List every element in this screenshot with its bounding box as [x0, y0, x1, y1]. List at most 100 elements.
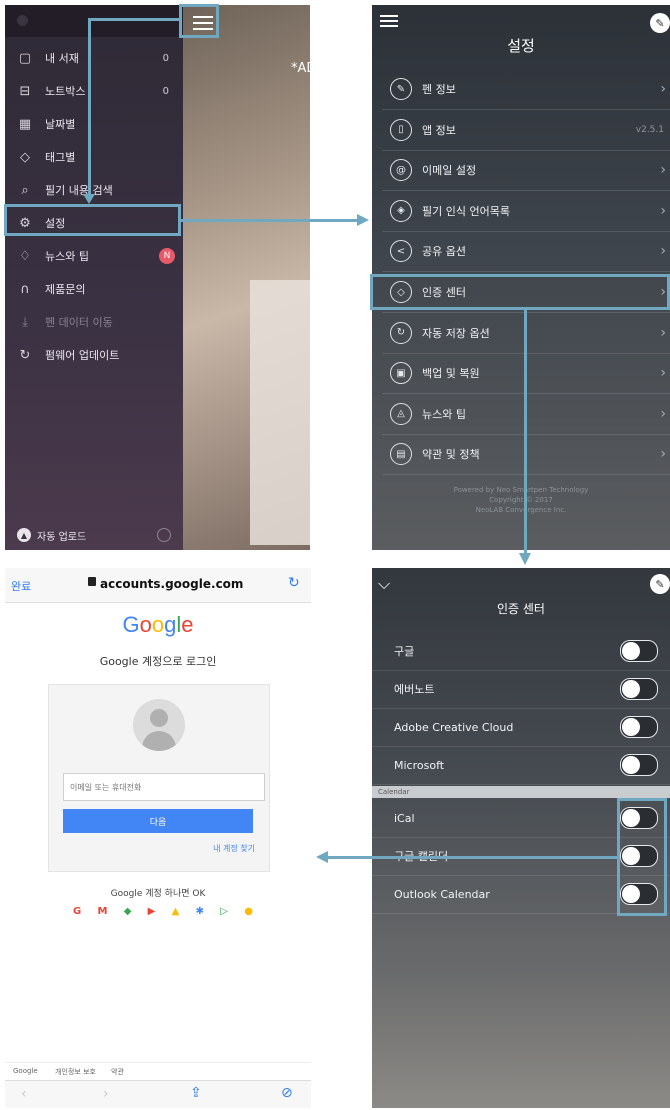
highlight-auth-center-item	[370, 274, 670, 310]
gmail-icon: M	[97, 906, 108, 917]
auth-row-label: 에버노트	[394, 683, 435, 696]
page-title: 설정	[507, 37, 535, 55]
book-icon: ▢	[18, 50, 32, 66]
chevron-right-icon: ›	[660, 243, 666, 260]
sidebar-item-label: 제품문의	[45, 283, 86, 296]
email-field[interactable]	[63, 773, 265, 801]
share-icon[interactable]: ⇪	[190, 1085, 202, 1101]
sidebar-item-label: 펌웨어 업데이트	[45, 349, 120, 362]
settings-item-5[interactable]: < 공유 옵션 ›	[382, 231, 670, 273]
settings-item-3[interactable]: @ 이메일 설정 ›	[382, 150, 670, 192]
auth-row-label: Microsoft	[394, 758, 445, 772]
arrow-line	[328, 856, 617, 859]
pen-connect-icon[interactable]: ✎	[650, 574, 670, 594]
settings-item-label: 공유 옵션	[422, 245, 466, 259]
settings-item-1[interactable]: ✎ 펜 정보 ›	[382, 69, 670, 110]
sidebar-item-label: 내 서재	[45, 52, 79, 65]
side-menu: ▢ 내 서재 0 ⊟ 노트박스 0 ▦ 날짜별 ◇ 태그별 ⌕ 필기 내용 검색 ⚙ 설정 ♢ 뉴스와 팁 N ∩…	[5, 5, 183, 550]
bell-icon: ◬	[390, 402, 412, 425]
done-button[interactable]: 완료	[11, 578, 31, 594]
chevron-down-icon[interactable]: ⌵	[378, 574, 390, 594]
highlight-calendar-toggles	[617, 798, 667, 916]
backup-icon: ▣	[390, 362, 412, 385]
sidebar-item-2[interactable]: ⊟ 노트박스 0	[5, 76, 183, 106]
item-count: 0	[162, 52, 169, 64]
arrow-head-icon	[519, 553, 531, 565]
terms-icon: ▤	[390, 443, 412, 466]
chrome-icon: ●	[244, 906, 253, 917]
sidebar-item-8[interactable]: ∩ 제품문의	[5, 274, 183, 304]
sidebar-item-1[interactable]: ▢ 내 서재 0	[5, 43, 183, 73]
sidebar-item-label: 필기 내용 검색	[45, 184, 113, 197]
toggle-knob	[622, 642, 640, 660]
chevron-right-icon: ›	[660, 162, 666, 179]
calendar-section-header: Calendar	[372, 786, 670, 798]
pen-connect-icon[interactable]: ✎	[650, 13, 670, 33]
avatar	[133, 699, 185, 751]
footer-privacy-link[interactable]: 개인정보 보호	[55, 1067, 96, 1077]
arrow-line	[88, 18, 181, 21]
cloud-icon: ▲	[17, 528, 31, 542]
refresh-icon: ↻	[19, 347, 31, 363]
side-menu-screen: *AD ▢내 서재0⊟노트박스0▦날짜별◇태그별⌕필기 내용 검색⚙설정♢뉴스와…	[5, 5, 310, 550]
sidebar-item-9[interactable]: ⤓ 펜 데이터 이동	[5, 307, 183, 337]
arrow-line	[88, 18, 91, 198]
footer-line: Powered by Neo Smartpen Technology	[453, 486, 589, 494]
back-icon[interactable]: ‹	[21, 1086, 27, 1102]
google-login-screen: 완료 accounts.google.com ↻ Google Google 계…	[5, 568, 311, 1108]
settings-item-label: 앱 정보	[422, 123, 456, 137]
toggle-switch[interactable]	[620, 640, 658, 662]
toggle-knob	[622, 718, 640, 736]
menu-topbar	[5, 5, 183, 37]
settings-item-4[interactable]: ◈ 필기 인식 언어목록 ›	[382, 191, 670, 232]
auth-row-accounts-4: Microsoft	[372, 746, 670, 785]
settings-item-2[interactable]: ▯ 앱 정보 v2.5.1	[382, 110, 670, 151]
background-card	[250, 280, 310, 545]
browser-topbar: 완료 accounts.google.com ↻	[5, 568, 311, 603]
handwriting-icon: ◈	[390, 199, 412, 222]
play-icon: ▷	[220, 906, 228, 917]
compass-icon[interactable]: ⊘	[281, 1085, 293, 1101]
toggle-knob	[622, 680, 640, 698]
forward-icon[interactable]: ›	[103, 1086, 109, 1102]
url-bar[interactable]: accounts.google.com	[100, 577, 243, 591]
google-products-row: G M ◆ ▶ ▲ ✱ ▷ ●	[73, 906, 253, 917]
youtube-icon: ▶	[147, 906, 156, 917]
find-account-link[interactable]: 내 계정 찾기	[213, 843, 255, 854]
sidebar-item-10[interactable]: ↻ 펌웨어 업데이트	[5, 340, 183, 370]
footer-terms-link[interactable]: 약관	[111, 1067, 124, 1077]
reload-icon[interactable]: ↻	[288, 575, 300, 591]
auth-row-accounts-2: 에버노트	[372, 670, 670, 709]
new-badge: N	[159, 248, 175, 264]
sidebar-item-4[interactable]: ◇ 태그별	[5, 142, 183, 172]
sidebar-item-3[interactable]: ▦ 날짜별	[5, 109, 183, 139]
sidebar-item-label: 노트박스	[45, 85, 86, 98]
highlight-settings-item	[4, 204, 181, 236]
sidebar-item-label: 펜 데이터 이동	[45, 316, 113, 329]
highlight-hamburger	[179, 4, 219, 38]
gear-icon[interactable]	[157, 528, 171, 542]
footer-google-link[interactable]: Google	[13, 1067, 38, 1075]
toggle-switch[interactable]	[620, 754, 658, 776]
chevron-right-icon: ›	[660, 365, 666, 382]
toggle-switch[interactable]	[620, 716, 658, 738]
toggle-switch[interactable]	[620, 678, 658, 700]
arrow-head-icon	[83, 194, 95, 204]
maps-icon: ◆	[123, 906, 132, 917]
footer-line: Copyright © 2017	[489, 496, 553, 504]
footer-credits: Powered by Neo Smartpen Technology Copyr…	[372, 485, 670, 515]
ad-text: *AD	[291, 61, 310, 76]
sidebar-item-7[interactable]: ♢ 뉴스와 팁 N	[5, 241, 183, 271]
next-button[interactable]: 다음	[63, 809, 253, 833]
one-account-text: Google 계정 하나면 OK	[110, 889, 206, 899]
email-icon: @	[390, 159, 412, 182]
auth-row-label: Adobe Creative Cloud	[394, 720, 514, 734]
arrow-head-icon	[357, 214, 369, 226]
hamburger-menu-icon[interactable]	[380, 15, 398, 29]
google-logo: Google	[122, 612, 194, 637]
auto-upload-row[interactable]: ▲ 자동 업로드	[5, 520, 183, 550]
auth-row-label: 구글	[394, 645, 415, 658]
chevron-right-icon: ›	[660, 324, 666, 341]
auth-row-accounts-1: 구글	[372, 632, 670, 671]
chevron-right-icon: ›	[660, 405, 666, 422]
